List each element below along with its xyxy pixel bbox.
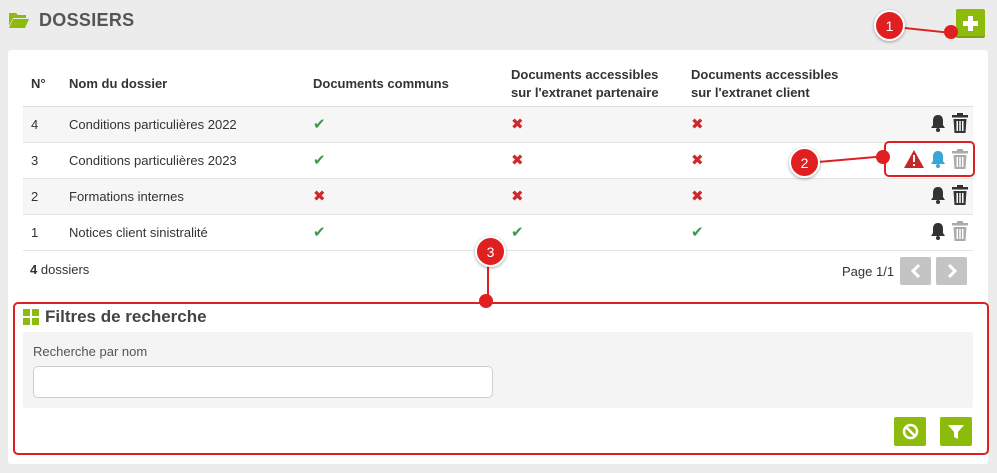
callout-1-dot <box>944 25 958 39</box>
cell-name[interactable]: Conditions particulières 2023 <box>61 142 305 179</box>
cross-icon: ✖ <box>691 188 704 205</box>
cell-number: 2 <box>23 178 61 215</box>
cell-common: ✔ <box>305 214 503 251</box>
cell-client: ✖ <box>683 106 853 143</box>
callout-3: 3 <box>475 236 506 267</box>
column-header-number[interactable]: N° <box>23 62 61 107</box>
chevron-left-icon <box>910 264 920 278</box>
cell-name[interactable]: Notices client sinistralité <box>61 214 305 251</box>
check-icon: ✔ <box>313 224 326 241</box>
column-header-partner[interactable]: Documents accessibles sur l'extranet par… <box>503 62 683 107</box>
row-actions-highlight <box>884 141 975 177</box>
cross-icon: ✖ <box>691 116 704 133</box>
plus-icon <box>963 16 978 31</box>
folders-table: N° Nom du dossier Documents communs Docu… <box>23 62 973 251</box>
page-title: DOSSIERS <box>39 9 135 30</box>
callout-2-dot <box>876 150 890 164</box>
check-icon: ✔ <box>691 224 704 241</box>
cross-icon: ✖ <box>313 188 326 205</box>
cross-icon: ✖ <box>691 152 704 169</box>
filters-highlight <box>13 302 989 455</box>
cell-client: ✖ <box>683 178 853 215</box>
next-page-button[interactable] <box>936 257 967 285</box>
cell-partner: ✔ <box>503 214 683 251</box>
add-folder-button[interactable] <box>956 9 985 38</box>
table-header-row: N° Nom du dossier Documents communs Docu… <box>23 62 973 107</box>
cell-actions <box>853 178 973 215</box>
cell-common: ✖ <box>305 178 503 215</box>
callout-2: 2 <box>789 147 820 178</box>
folder-open-icon <box>9 13 29 28</box>
trash-icon[interactable] <box>951 112 969 137</box>
trash-icon[interactable] <box>951 184 969 209</box>
table-row[interactable]: 4 Conditions particulières 2022 ✔ ✖ ✖ <box>23 106 973 143</box>
trash-icon[interactable] <box>951 220 969 245</box>
cell-partner: ✖ <box>503 178 683 215</box>
cross-icon: ✖ <box>511 116 524 133</box>
column-header-actions <box>853 62 973 107</box>
callout-3-dot <box>479 294 493 308</box>
bell-icon[interactable] <box>929 113 947 136</box>
folder-count: 4 dossiers <box>30 262 90 277</box>
check-icon: ✔ <box>313 152 326 169</box>
page-header: DOSSIERS <box>8 6 134 34</box>
cell-partner: ✖ <box>503 142 683 179</box>
cell-partner: ✖ <box>503 106 683 143</box>
cell-common: ✔ <box>305 106 503 143</box>
cross-icon: ✖ <box>511 188 524 205</box>
cell-number: 4 <box>23 106 61 143</box>
cell-name[interactable]: Formations internes <box>61 178 305 215</box>
table-row[interactable]: 2 Formations internes ✖ ✖ ✖ <box>23 178 973 215</box>
cell-actions <box>853 214 973 251</box>
pagination-label: Page 1/1 <box>842 264 895 279</box>
column-header-common[interactable]: Documents communs <box>305 62 503 107</box>
chevron-right-icon <box>947 264 957 278</box>
cell-common: ✔ <box>305 142 503 179</box>
column-header-name[interactable]: Nom du dossier <box>61 62 305 107</box>
callout-1: 1 <box>874 10 905 41</box>
cell-number: 1 <box>23 214 61 251</box>
column-header-client[interactable]: Documents accessibles sur l'extranet cli… <box>683 62 853 107</box>
check-icon: ✔ <box>511 224 524 241</box>
cell-name[interactable]: Conditions particulières 2022 <box>61 106 305 143</box>
cross-icon: ✖ <box>511 152 524 169</box>
cell-client: ✔ <box>683 214 853 251</box>
previous-page-button[interactable] <box>900 257 931 285</box>
bell-icon[interactable] <box>929 185 947 208</box>
bell-icon[interactable] <box>929 221 947 244</box>
check-icon: ✔ <box>313 116 326 133</box>
cell-actions <box>853 106 973 143</box>
cell-number: 3 <box>23 142 61 179</box>
